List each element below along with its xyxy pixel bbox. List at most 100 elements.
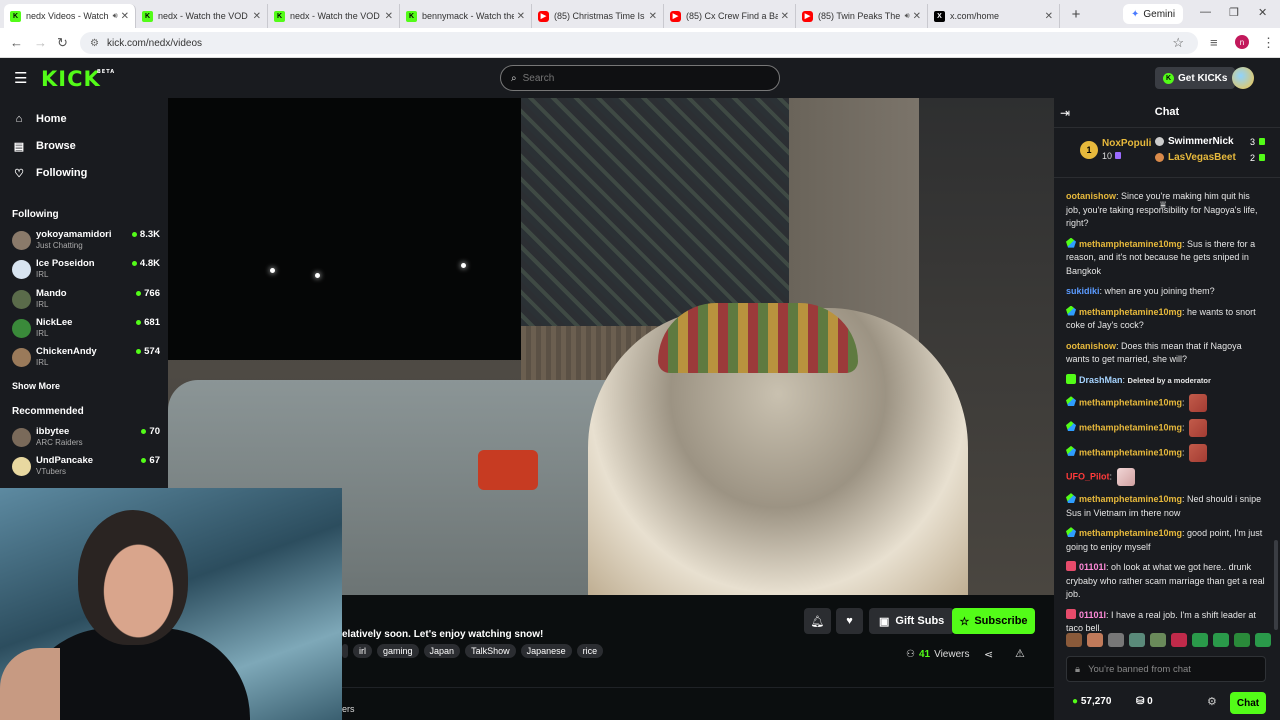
kicks-balance[interactable]: ● 57,270 <box>1072 696 1111 707</box>
forward-arrow-icon[interactable]: → <box>34 35 47 50</box>
emote-icon[interactable] <box>1171 633 1187 647</box>
sidebar-channel[interactable]: ibbytee ARC Raiders 70 <box>12 426 160 452</box>
leaderboard-entry[interactable]: LasVegasBeet 2 <box>1155 152 1265 163</box>
chat-username[interactable]: ootanishow <box>1066 191 1116 201</box>
tag-pill[interactable]: rice <box>576 644 604 658</box>
chat-username[interactable]: 01101l <box>1079 610 1106 620</box>
sidebar-nav-home[interactable]: ⌂ Home <box>12 110 67 128</box>
tag-pill[interactable]: gaming <box>377 644 419 658</box>
chat-username[interactable]: DrashMan <box>1079 375 1123 385</box>
tag-pill[interactable] <box>342 644 348 658</box>
search-box[interactable]: ⌕ <box>500 65 780 91</box>
close-tab-icon[interactable]: ✕ <box>385 11 393 22</box>
chat-username[interactable]: 01101l <box>1079 562 1106 572</box>
gear-icon[interactable]: ⚙ <box>1207 695 1217 708</box>
chat-colon: : <box>1182 397 1188 408</box>
minimize-icon[interactable]: — <box>1200 6 1211 18</box>
audio-playing-icon[interactable]: 🔊︎ <box>113 11 118 21</box>
emote-icon[interactable] <box>1234 633 1250 647</box>
browser-tab[interactable]: Knedx - Watch the VOD ✕ <box>268 4 400 28</box>
browser-tab[interactable]: Xx.com/home ✕ <box>928 4 1060 28</box>
chat-send-button[interactable]: Chat <box>1230 692 1266 714</box>
sidebar-channel[interactable]: yokoyamamidori Just Chatting 8.3K <box>12 229 160 255</box>
chat-username[interactable]: methamphetamine10mg <box>1079 494 1182 504</box>
close-tab-icon[interactable]: ✕ <box>1045 11 1053 22</box>
videos-tab-label[interactable]: ers <box>342 704 355 714</box>
close-window-icon[interactable]: ✕ <box>1258 6 1267 19</box>
tag-pill[interactable]: irl <box>353 644 372 658</box>
url-bar[interactable]: ⚙ kick.com/nedx/videos ☆ <box>80 32 1198 54</box>
emote-icon[interactable] <box>1150 633 1166 647</box>
sidebar-channel[interactable]: Ice Poseidon IRL 4.8K <box>12 258 160 284</box>
emote-icon[interactable] <box>1192 633 1208 647</box>
browser-tab[interactable]: ▶ (85) Cx Crew Find a Bac ✕ <box>664 4 796 28</box>
sidebar-channel[interactable]: Mando IRL 766 <box>12 288 160 314</box>
notification-bell-button[interactable]: 🔔︎ <box>804 608 831 634</box>
report-icon[interactable]: ⚠ <box>1015 647 1025 660</box>
tag-pill[interactable]: Japanese <box>520 644 572 658</box>
chat-username[interactable]: methamphetamine10mg <box>1079 397 1182 407</box>
browser-profile-avatar[interactable]: n <box>1235 35 1249 49</box>
chat-username[interactable]: methamphetamine10mg <box>1079 422 1182 432</box>
close-tab-icon[interactable]: ✕ <box>121 11 129 22</box>
chat-username[interactable]: UFO_Pilot <box>1066 472 1110 482</box>
back-arrow-icon[interactable]: ← <box>10 35 23 50</box>
show-more-link[interactable]: Show More <box>12 381 60 391</box>
chat-username[interactable]: ootanishow <box>1066 341 1116 351</box>
user-avatar[interactable] <box>1232 67 1254 89</box>
new-tab-button[interactable]: + <box>1064 6 1088 23</box>
emote-icon[interactable] <box>1108 633 1124 647</box>
reload-icon[interactable]: ↻ <box>57 35 68 51</box>
sidebar-channel[interactable]: NickLee IRL 681 <box>12 317 160 343</box>
browser-tab[interactable]: Kbennymack - Watch the ✕ <box>400 4 532 28</box>
share-icon[interactable]: ⋖ <box>984 648 993 661</box>
chat-username[interactable]: methamphetamine10mg <box>1079 447 1182 457</box>
emote-icon[interactable] <box>1087 633 1103 647</box>
chat-username[interactable]: methamphetamine10mg <box>1079 307 1182 317</box>
tag-pill[interactable]: Japan <box>423 644 461 658</box>
sidebar-nav-following[interactable]: ♡ Following <box>12 164 87 182</box>
emote-icon[interactable] <box>1129 633 1145 647</box>
hamburger-menu-icon[interactable]: ☰ <box>14 69 27 87</box>
get-kicks-button[interactable]: K Get KICKs <box>1155 67 1236 89</box>
chat-username[interactable]: sukidiki <box>1066 286 1100 296</box>
gifter-badge-icon <box>1066 237 1076 248</box>
close-tab-icon[interactable]: ✕ <box>517 11 525 22</box>
sidebar-channel[interactable]: UndPancake VTubers 67 <box>12 455 160 481</box>
browser-tab[interactable]: Knedx Videos - Watch 🔊︎ ✕ <box>4 4 136 28</box>
redeem-count[interactable]: ⛁ 0 <box>1136 696 1153 707</box>
chat-scrollbar[interactable] <box>1274 540 1278 630</box>
kick-logo[interactable]: KICK BETA <box>41 67 114 91</box>
sidebar-channel[interactable]: ChickenAndy IRL 574 <box>12 346 160 372</box>
subscribe-button[interactable]: ☆ Subscribe <box>952 608 1035 634</box>
close-tab-icon[interactable]: ✕ <box>781 11 789 22</box>
chat-username[interactable]: methamphetamine10mg <box>1079 239 1182 249</box>
sidebar-nav-browse[interactable]: ▤ Browse <box>12 137 76 155</box>
maximize-icon[interactable]: ❐ <box>1229 6 1239 19</box>
search-input[interactable] <box>522 72 763 84</box>
address-bar-row: ← → ↻ ⚙ kick.com/nedx/videos ☆ ≡ ⋮ <box>0 28 1280 58</box>
browser-tab[interactable]: Knedx - Watch the VOD ✕ <box>136 4 268 28</box>
follow-heart-button[interactable]: ♥ <box>836 608 863 634</box>
browser-menu-icon[interactable]: ⋮ <box>1262 35 1275 51</box>
close-tab-icon[interactable]: ✕ <box>253 11 261 22</box>
reading-list-icon[interactable]: ≡ <box>1210 35 1218 50</box>
gift-subs-button[interactable]: ▣ Gift Subs <box>869 608 955 634</box>
tab-title: nedx - Watch the VOD <box>290 11 380 21</box>
close-tab-icon[interactable]: ✕ <box>649 11 657 22</box>
browser-tab[interactable]: ▶ (85) Twin Peaks The 🔊︎ ✕ <box>796 4 928 28</box>
site-info-icon[interactable]: ⚙ <box>90 38 99 49</box>
leaderboard-entry[interactable]: SwimmerNick 3 <box>1155 136 1265 147</box>
leaderboard-top-name[interactable]: NoxPopuli <box>1102 138 1151 149</box>
browser-tab[interactable]: ▶ (85) Christmas Time Is H ✕ <box>532 4 664 28</box>
audio-playing-icon[interactable]: 🔊︎ <box>905 11 910 21</box>
chat-message: methamphetamine10mg: <box>1066 393 1266 412</box>
bookmark-star-icon[interactable]: ☆ <box>1172 35 1184 51</box>
emote-icon[interactable] <box>1255 633 1271 647</box>
emote-icon[interactable] <box>1213 633 1229 647</box>
chat-username[interactable]: methamphetamine10mg <box>1079 528 1182 538</box>
emote-icon[interactable] <box>1066 633 1082 647</box>
close-tab-icon[interactable]: ✕ <box>913 11 921 22</box>
tag-pill[interactable]: TalkShow <box>465 644 516 658</box>
gemini-button[interactable]: ✦ Gemini <box>1123 4 1184 24</box>
